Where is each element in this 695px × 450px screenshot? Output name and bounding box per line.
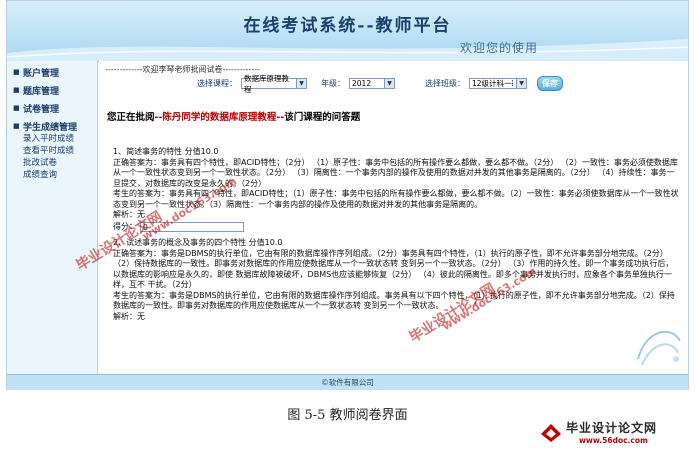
class-select[interactable]: 12级计科一班 ▼ [469,78,527,89]
sidebar-group-label: 题库管理 [23,86,60,97]
bullet-icon: ■ [13,104,20,112]
header-banner: 在线考试系统--教师平台 欢迎您的使用 [7,1,688,62]
course-select[interactable]: 数据库原理教程 ▼ [241,74,307,94]
bullet-icon: ■ [13,122,20,130]
footer-copyright: ©软件有限公司 [7,374,688,390]
course-select-value: 数据库原理教程 [244,73,289,94]
student-answer: 考生的答案为：事务是DBMS的执行单位，它由有限的数据库操作序列组成。事务具有以… [113,290,675,311]
app-title: 在线考试系统--教师平台 [243,16,452,36]
sidebar-group-label: 试卷管理 [23,104,60,115]
logo-icon [541,424,561,442]
save-button[interactable]: 保存 [537,76,563,91]
page-title: 您正在批阅--陈丹同学的数据库原理教程--该门课程的问答题 [107,109,360,123]
question-title: 2、试述事务的概念及事务的四个特性 分值10.0 [113,238,283,247]
question-title: 1、简述事务的特性 分值10.0 [113,147,219,156]
correct-answer: 正确答案为：事务是DBMS的执行单位，它由有限的数据库操作序列组成。（2分）事务… [113,248,674,290]
site-logo: 毕业设计论文网 www.56doc.com [539,418,687,448]
heading-highlight: --陈丹同学的数据库原理教程-- [154,112,285,123]
question-list: 1、简述事务的特性 分值10.0 正确答案为：事务具有四个特性，即ACID特性；… [113,147,679,322]
logo-url: www.56doc.com [579,436,648,445]
filter-bar: 选择课程： 数据库原理教程 ▼ 年级： 2012 ▼ 选择班级： 12级计科一班… [197,74,563,94]
grade-select-value: 2012 [352,79,372,88]
app-subtitle: 欢迎您的使用 [459,41,538,55]
sidebar-group-grades[interactable]: ■ 学生成绩管理 [7,119,97,133]
course-label: 选择课程： [197,79,237,88]
sidebar-group-exam-paper[interactable]: ■ 试卷管理 [7,101,97,115]
heading-prefix: 您正在批阅 [107,112,155,123]
welcome-message: -------------欢迎李琴老师批阅试卷------------- [105,65,261,74]
sidebar: ■ 账户管理 ■ 题库管理 ■ 试卷管理 ■ 学生成绩管理 录入平时成绩 查看平… [7,61,98,374]
sidebar-item-view-grades[interactable]: 查看平时成绩 [7,145,97,157]
correct-answer: 正确答案为：事务具有四个特性，即ACID特性；（2分） （1）原子性：事务中包括… [113,157,678,188]
class-label: 选择班级： [425,79,465,88]
chevron-down-icon: ▼ [516,79,526,88]
swirl-decoration-icon [637,330,681,366]
sidebar-item-enter-grades[interactable]: 录入平时成绩 [7,133,97,145]
sidebar-group-question-bank[interactable]: ■ 题库管理 [7,83,97,97]
chevron-down-icon: ▼ [296,79,306,88]
score-row: 得分： 0 [113,222,679,233]
grade-select[interactable]: 2012 ▼ [349,78,395,89]
sidebar-group-label: 学生成绩管理 [23,122,78,133]
grade-label: 年级： [321,79,345,88]
question-item: 2、试述事务的概念及事务的四个特性 分值10.0 正确答案为：事务是DBMS的执… [113,238,679,322]
analysis-text: 解析：无 [113,210,145,219]
heading-suffix: 该门课程的问答题 [284,112,361,123]
bullet-icon: ■ [13,68,20,76]
class-select-value: 12级计科一班 [472,79,513,88]
sidebar-item-grade-papers[interactable]: 批改试卷 [7,157,97,169]
sidebar-group-label: 账户管理 [23,68,60,79]
bullet-icon: ■ [13,86,20,94]
sidebar-group-account[interactable]: ■ 账户管理 [7,65,97,79]
chevron-down-icon: ▼ [384,79,394,88]
logo-name: 毕业设计论文网 [566,421,658,435]
app-window: 在线考试系统--教师平台 欢迎您的使用 ■ 账户管理 ■ 题库管理 ■ 试卷管理… [6,0,689,390]
question-item: 1、简述事务的特性 分值10.0 正确答案为：事务具有四个特性，即ACID特性；… [113,147,679,232]
sidebar-item-grade-query[interactable]: 成绩查询 [7,169,97,181]
analysis-text: 解析：无 [113,311,145,321]
